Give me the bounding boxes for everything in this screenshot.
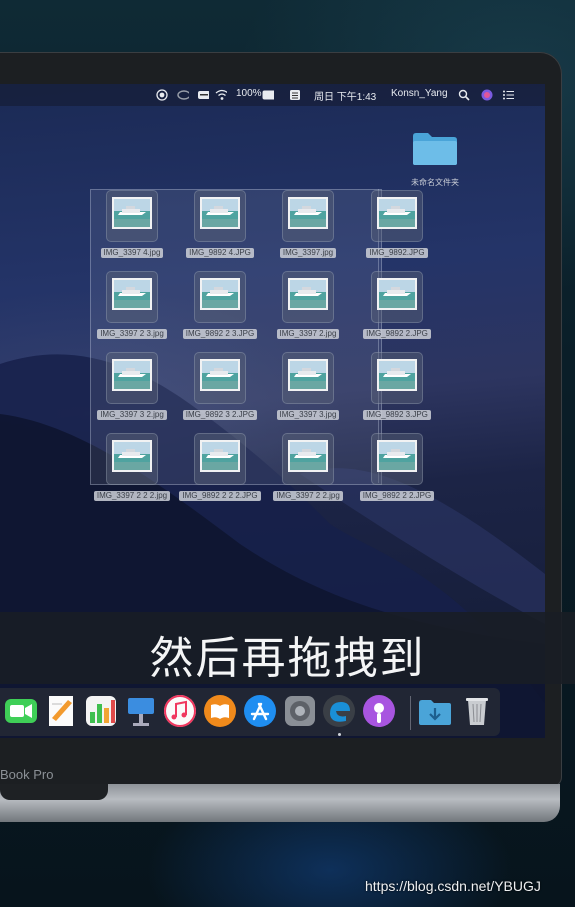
downloads-folder-icon[interactable] bbox=[418, 694, 452, 728]
dock-running-indicator bbox=[338, 733, 341, 736]
spotlight-search-icon[interactable] bbox=[458, 89, 470, 101]
file-thumbnail[interactable] bbox=[106, 271, 158, 323]
laptop-model-label: Book Pro bbox=[0, 767, 54, 782]
desktop-file[interactable]: IMG_9892 3 2.JPG bbox=[170, 352, 270, 430]
file-name[interactable]: IMG_3397 3.jpg bbox=[276, 410, 340, 420]
file-thumbnail[interactable] bbox=[282, 190, 334, 242]
app-store-icon[interactable] bbox=[243, 694, 277, 728]
file-name[interactable]: IMG_3397 2 3.jpg bbox=[97, 329, 167, 339]
image-thumbnail-icon bbox=[288, 197, 328, 229]
image-thumbnail-icon bbox=[288, 440, 328, 472]
wifi-icon[interactable] bbox=[215, 89, 227, 101]
file-thumbnail[interactable] bbox=[106, 190, 158, 242]
podcasts-icon[interactable] bbox=[362, 694, 396, 728]
file-thumbnail[interactable] bbox=[282, 352, 334, 404]
image-thumbnail-icon bbox=[377, 440, 417, 472]
file-thumbnail[interactable] bbox=[371, 190, 423, 242]
keyboard-icon[interactable] bbox=[197, 89, 209, 101]
file-thumbnail[interactable] bbox=[282, 433, 334, 485]
image-thumbnail-icon bbox=[200, 197, 240, 229]
image-thumbnail-icon bbox=[200, 359, 240, 391]
desktop-file[interactable]: IMG_3397 2.jpg bbox=[258, 271, 358, 349]
keynote-icon[interactable] bbox=[124, 694, 158, 728]
numbers-icon[interactable] bbox=[84, 694, 118, 728]
watermark-url: https://blog.csdn.net/YBUGJ bbox=[365, 878, 541, 894]
pages-icon[interactable] bbox=[44, 694, 78, 728]
music-icon[interactable] bbox=[163, 694, 197, 728]
file-thumbnail[interactable] bbox=[371, 271, 423, 323]
notes-menu-icon[interactable] bbox=[289, 89, 301, 101]
desktop-file[interactable]: IMG_9892 2 2.JPG bbox=[347, 433, 447, 511]
file-thumbnail[interactable] bbox=[194, 352, 246, 404]
file-name[interactable]: IMG_3397 2 2 2.jpg bbox=[93, 491, 171, 501]
desktop-file[interactable]: IMG_9892 2.JPG bbox=[347, 271, 447, 349]
desktop-file[interactable]: IMG_9892 2 2 2.JPG bbox=[170, 433, 270, 511]
facetime-icon[interactable] bbox=[4, 694, 38, 728]
file-thumbnail[interactable] bbox=[106, 433, 158, 485]
file-name[interactable]: IMG_3397.jpg bbox=[279, 248, 337, 258]
creative-cloud-icon[interactable] bbox=[177, 89, 189, 101]
notification-center-icon[interactable] bbox=[502, 89, 514, 101]
desktop-file[interactable]: IMG_3397 2 2.jpg bbox=[258, 433, 358, 511]
image-thumbnail-icon bbox=[200, 278, 240, 310]
desktop-file[interactable]: IMG_3397 2 2 2.jpg bbox=[82, 433, 182, 511]
image-thumbnail-icon bbox=[112, 197, 152, 229]
file-name[interactable]: IMG_9892 3 2.JPG bbox=[182, 410, 258, 420]
desktop-file[interactable]: IMG_9892 2 3.JPG bbox=[170, 271, 270, 349]
desktop-file[interactable]: IMG_9892.JPG bbox=[347, 190, 447, 268]
file-name[interactable]: IMG_3397 2 2.jpg bbox=[273, 491, 343, 501]
file-name[interactable]: IMG_9892 4.JPG bbox=[186, 248, 254, 258]
trash-icon[interactable] bbox=[460, 694, 494, 728]
file-name[interactable]: IMG_9892.JPG bbox=[366, 248, 428, 258]
screen-record-icon[interactable] bbox=[156, 89, 168, 101]
image-thumbnail-icon bbox=[288, 278, 328, 310]
image-thumbnail-icon bbox=[112, 440, 152, 472]
menubar-user[interactable]: Konsn_Yang bbox=[391, 88, 448, 99]
file-name[interactable]: IMG_9892 3.JPG bbox=[363, 410, 431, 420]
laptop-base-notch bbox=[0, 784, 108, 800]
file-name[interactable]: IMG_9892 2 3.JPG bbox=[182, 329, 258, 339]
desktop-folder-label[interactable]: 未命名文件夹 bbox=[400, 177, 470, 188]
battery-percent: 100% bbox=[236, 88, 262, 99]
battery-icon[interactable] bbox=[262, 89, 274, 101]
system-preferences-icon[interactable] bbox=[283, 694, 317, 728]
desktop-file[interactable]: IMG_9892 3.JPG bbox=[347, 352, 447, 430]
desktop-file[interactable]: IMG_3397 3 2.jpg bbox=[82, 352, 182, 430]
desktop-file[interactable]: IMG_3397 4.jpg bbox=[82, 190, 182, 268]
image-thumbnail-icon bbox=[377, 359, 417, 391]
siri-icon[interactable] bbox=[481, 89, 493, 101]
dock-separator bbox=[410, 696, 411, 730]
file-name[interactable]: IMG_3397 4.jpg bbox=[100, 248, 164, 258]
dock bbox=[0, 688, 500, 736]
file-name[interactable]: IMG_3397 2.jpg bbox=[276, 329, 340, 339]
file-thumbnail[interactable] bbox=[371, 352, 423, 404]
file-thumbnail[interactable] bbox=[194, 190, 246, 242]
menubar-clock[interactable]: 周日 下午1:43 bbox=[314, 88, 376, 103]
desktop-file[interactable]: IMG_3397.jpg bbox=[258, 190, 358, 268]
menu-bar: 100% 周日 下午1:43 Konsn_Yang bbox=[0, 84, 545, 106]
books-icon[interactable] bbox=[203, 694, 237, 728]
file-name[interactable]: IMG_9892 2 2.JPG bbox=[359, 491, 435, 501]
file-thumbnail[interactable] bbox=[194, 433, 246, 485]
video-subtitle: 然后再拖拽到 bbox=[149, 633, 426, 684]
image-thumbnail-icon bbox=[377, 197, 417, 229]
file-thumbnail[interactable] bbox=[371, 433, 423, 485]
desktop-file[interactable]: IMG_3397 2 3.jpg bbox=[82, 271, 182, 349]
file-name[interactable]: IMG_9892 2 2 2.JPG bbox=[179, 491, 261, 501]
image-thumbnail-icon bbox=[377, 278, 417, 310]
desktop-file[interactable]: IMG_9892 4.JPG bbox=[170, 190, 270, 268]
image-thumbnail-icon bbox=[200, 440, 240, 472]
desktop-file[interactable]: IMG_3397 3.jpg bbox=[258, 352, 358, 430]
image-thumbnail-icon bbox=[112, 278, 152, 310]
edge-icon[interactable] bbox=[322, 694, 356, 728]
file-thumbnail[interactable] bbox=[282, 271, 334, 323]
file-name[interactable]: IMG_9892 2.JPG bbox=[363, 329, 431, 339]
file-name[interactable]: IMG_3397 3 2.jpg bbox=[97, 410, 167, 420]
file-thumbnail[interactable] bbox=[106, 352, 158, 404]
desktop-folder-icon[interactable] bbox=[412, 130, 458, 166]
image-thumbnail-icon bbox=[288, 359, 328, 391]
file-thumbnail[interactable] bbox=[194, 271, 246, 323]
image-thumbnail-icon bbox=[112, 359, 152, 391]
